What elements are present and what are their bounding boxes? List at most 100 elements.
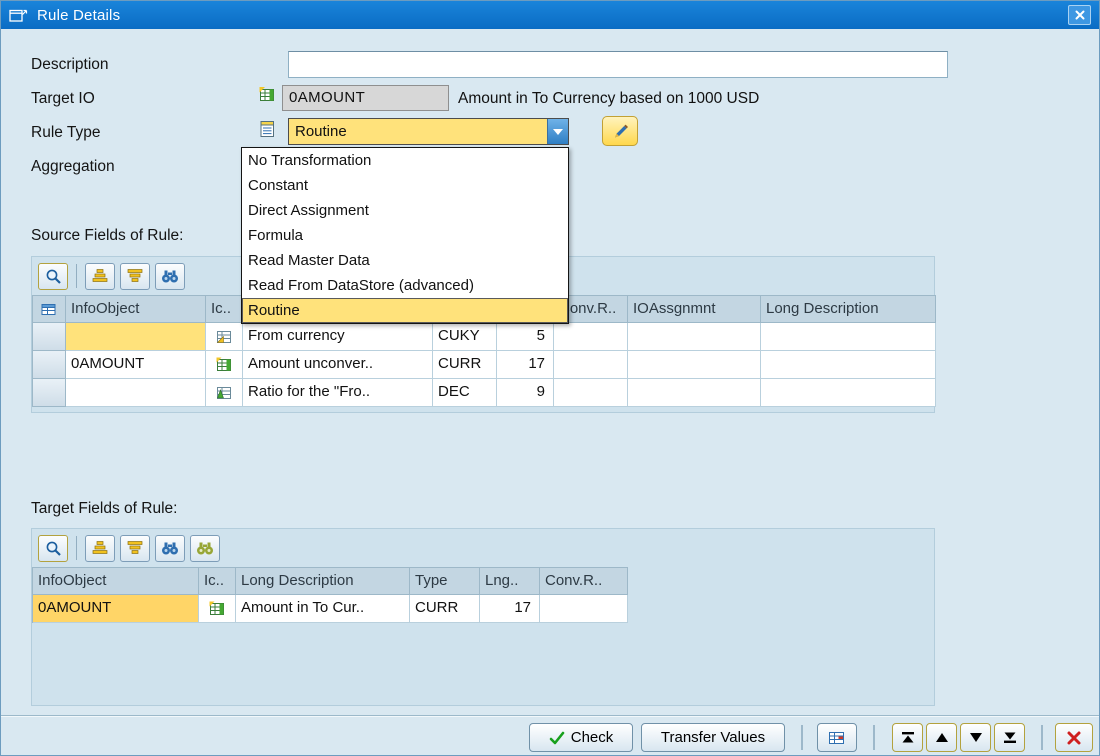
edit-routine-button[interactable] <box>602 116 638 146</box>
long-description2-cell[interactable] <box>761 323 936 351</box>
long-description-cell[interactable]: Amount in To Cur.. <box>236 595 410 623</box>
cancel-button[interactable] <box>1055 723 1093 752</box>
conversion-routine-cell[interactable] <box>554 323 628 351</box>
arrow-up-icon <box>935 733 948 742</box>
infoobject-cell[interactable]: 0AMOUNT <box>33 595 199 623</box>
footer-separator <box>801 725 803 750</box>
sort-descending-button[interactable] <box>120 262 150 290</box>
length-cell[interactable]: 9 <box>497 379 554 407</box>
key-figure-icon <box>199 595 236 623</box>
scroll-to-top-button[interactable] <box>892 723 923 752</box>
long-description-cell[interactable]: Ratio for the "Fro.. <box>243 379 433 407</box>
sort-ascending-icon <box>92 541 108 554</box>
select-all-table-icon <box>41 303 56 315</box>
type-cell[interactable]: DEC <box>433 379 497 407</box>
footer-separator <box>873 725 875 750</box>
transfer-values-button[interactable]: Transfer Values <box>641 723 785 752</box>
dropdown-item[interactable]: Read Master Data <box>242 248 568 273</box>
column-header[interactable]: InfoObject <box>66 296 206 323</box>
target-fields-table-container: InfoObject Ic.. Long Description Type Ln… <box>31 528 935 706</box>
binoculars-next-icon <box>197 542 213 555</box>
column-header[interactable]: Type <box>410 568 480 595</box>
first-page-icon <box>901 732 914 743</box>
length-cell[interactable]: 5 <box>497 323 554 351</box>
type-cell[interactable]: CURR <box>410 595 480 623</box>
sort-descending-icon <box>127 541 143 554</box>
dialog-title: Rule Details <box>37 6 121 24</box>
description-input[interactable] <box>288 51 948 78</box>
conversion-routine-cell[interactable] <box>554 379 628 407</box>
long-description-cell[interactable]: Amount unconver.. <box>243 351 433 379</box>
select-all-cell[interactable] <box>33 296 66 323</box>
magnifier-icon <box>46 269 61 284</box>
length-cell[interactable]: 17 <box>480 595 540 623</box>
sort-ascending-icon <box>92 269 108 282</box>
sort-descending-icon <box>127 269 143 282</box>
find-button[interactable] <box>155 534 185 562</box>
rule-type-label: Rule Type <box>31 124 101 141</box>
dropdown-item[interactable]: Formula <box>242 223 568 248</box>
check-icon <box>549 731 565 744</box>
column-header[interactable]: Conv.R.. <box>540 568 628 595</box>
type-cell[interactable]: CUKY <box>433 323 497 351</box>
row-selector[interactable] <box>33 351 66 379</box>
check-button[interactable]: Check <box>529 723 633 752</box>
rule-type-combobox[interactable]: Routine <box>288 118 569 145</box>
sort-ascending-button[interactable] <box>85 534 115 562</box>
column-header[interactable]: Lng.. <box>480 568 540 595</box>
scroll-to-bottom-button[interactable] <box>994 723 1025 752</box>
column-header[interactable]: Ic.. <box>199 568 236 595</box>
io-assignment-cell[interactable] <box>628 351 761 379</box>
close-icon <box>1075 10 1084 20</box>
dropdown-item[interactable]: Direct Assignment <box>242 198 568 223</box>
field-selection-button[interactable] <box>38 262 68 290</box>
toolbar-separator <box>76 264 77 288</box>
dropdown-item[interactable]: Constant <box>242 173 568 198</box>
io-assignment-cell[interactable] <box>628 323 761 351</box>
find-next-button[interactable] <box>190 534 220 562</box>
column-header[interactable]: Long Description <box>236 568 410 595</box>
length-cell[interactable]: 17 <box>497 351 554 379</box>
source-fields-title: Source Fields of Rule: <box>31 227 184 244</box>
type-cell[interactable]: CURR <box>433 351 497 379</box>
rule-list-icon <box>258 120 277 139</box>
dropdown-item-selected[interactable]: Routine <box>242 298 568 323</box>
long-description-cell[interactable]: From currency <box>243 323 433 351</box>
column-header[interactable]: Ic.. <box>206 296 243 323</box>
find-button[interactable] <box>155 262 185 290</box>
sort-descending-button[interactable] <box>120 534 150 562</box>
infoobject-cell[interactable] <box>66 323 206 351</box>
combo-dropdown-button[interactable] <box>547 119 568 144</box>
infoobject-cell[interactable]: 0AMOUNT <box>66 351 206 379</box>
target-fields-title: Target Fields of Rule: <box>31 500 178 517</box>
ratio-icon <box>206 379 243 407</box>
binoculars-icon <box>162 542 178 555</box>
scroll-up-button[interactable] <box>926 723 957 752</box>
long-description2-cell[interactable] <box>761 351 936 379</box>
column-header[interactable]: Long Description <box>761 296 936 323</box>
conversion-routine-cell[interactable] <box>554 351 628 379</box>
dialog-window-icon <box>9 8 28 23</box>
target-io-description: Amount in To Currency based on 1000 USD <box>458 90 760 107</box>
field-selection-button[interactable] <box>38 534 68 562</box>
long-description2-cell[interactable] <box>761 379 936 407</box>
target-fields-table: InfoObject Ic.. Long Description Type Ln… <box>32 567 628 623</box>
column-header[interactable]: InfoObject <box>33 568 199 595</box>
row-selector[interactable] <box>33 323 66 351</box>
dropdown-item[interactable]: Read From DataStore (advanced) <box>242 273 568 298</box>
infoobject-cell[interactable] <box>66 379 206 407</box>
conversion-routine-cell[interactable] <box>540 595 628 623</box>
scroll-down-button[interactable] <box>960 723 991 752</box>
rule-type-dropdown: No Transformation Constant Direct Assign… <box>241 147 569 324</box>
footer-separator <box>1041 725 1043 750</box>
io-assignment-cell[interactable] <box>628 379 761 407</box>
title-bar[interactable]: Rule Details <box>1 1 1099 29</box>
column-header[interactable]: IOAssgnmnt <box>628 296 761 323</box>
sort-ascending-button[interactable] <box>85 262 115 290</box>
row-selector[interactable] <box>33 379 66 407</box>
close-button[interactable] <box>1068 5 1091 25</box>
target-io-field: 0AMOUNT <box>282 85 449 111</box>
key-figure-icon <box>258 86 277 103</box>
dropdown-item[interactable]: No Transformation <box>242 148 568 173</box>
grid-maintenance-button[interactable] <box>817 723 857 752</box>
